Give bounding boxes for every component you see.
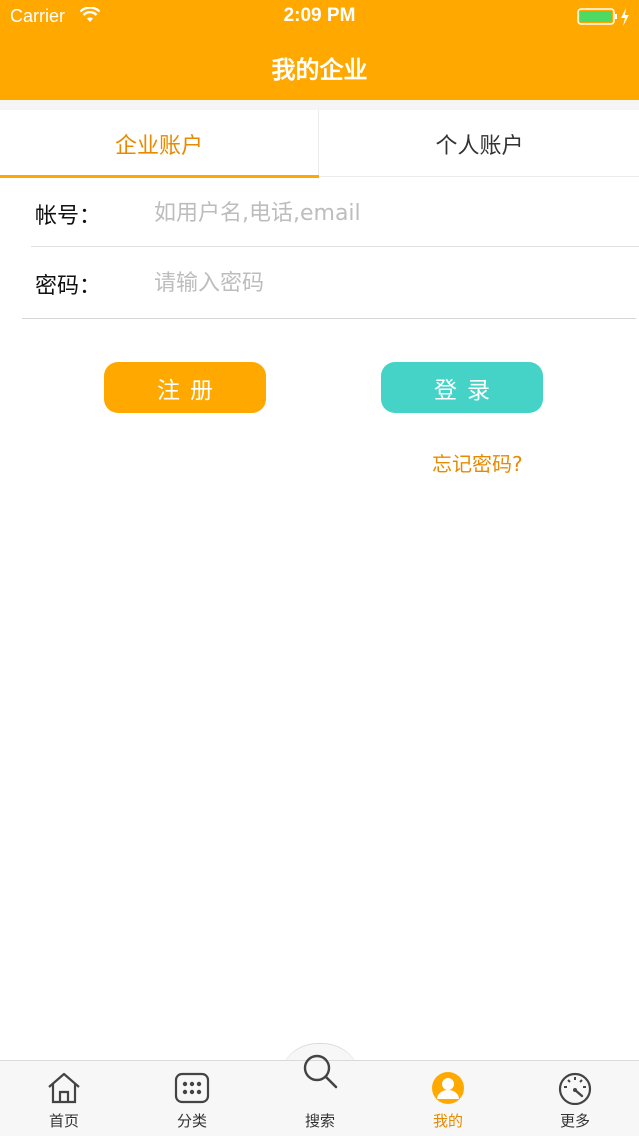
tab-enterprise-account[interactable]: 企业账户 — [0, 110, 319, 178]
tab-label: 企业账户 — [114, 133, 203, 159]
tabbar-item-search[interactable]: 搜索 — [256, 1054, 384, 1136]
status-time: 2:09 PM — [283, 5, 356, 26]
tabbar-label: 搜索 — [304, 1112, 335, 1130]
register-button[interactable]: 注册 — [104, 362, 266, 413]
password-row: 密码： — [0, 248, 639, 318]
bottom-tabbar: 首页 分类 搜索 我的 更多 — [0, 1054, 639, 1136]
tab-label: 个人账户 — [435, 133, 524, 159]
row-divider — [22, 318, 636, 319]
tabbar-label: 分类 — [176, 1112, 207, 1130]
account-type-tabs: 企业账户 个人账户 — [0, 110, 639, 178]
battery-icon — [577, 7, 633, 31]
account-input[interactable] — [154, 194, 614, 232]
header-spacer — [0, 100, 639, 110]
tabbar-label: 更多 — [559, 1112, 590, 1130]
tab-personal-account[interactable]: 个人账户 — [320, 110, 639, 177]
tabbar-item-mine[interactable]: 我的 — [384, 1061, 512, 1136]
password-input[interactable] — [154, 264, 614, 302]
gauge-icon — [555, 1071, 595, 1106]
tabbar-label: 首页 — [48, 1112, 79, 1130]
tabbar-item-more[interactable]: 更多 — [511, 1061, 639, 1136]
account-row: 帐号： — [0, 178, 639, 248]
home-icon — [44, 1071, 84, 1105]
forgot-password-link[interactable]: 忘记密码? — [432, 448, 523, 477]
account-label: 帐号： — [35, 204, 102, 229]
status-bar: Carrier 2:09 PM — [0, 0, 639, 34]
row-divider — [31, 246, 639, 247]
grid-icon — [172, 1071, 212, 1105]
tabbar-label: 我的 — [432, 1112, 463, 1130]
nav-header: Carrier 2:09 PM 我的企业 — [0, 0, 639, 100]
search-icon — [300, 1051, 340, 1089]
page-title: 我的企业 — [271, 56, 368, 84]
password-label: 密码： — [35, 274, 102, 299]
user-icon — [428, 1071, 468, 1105]
login-button[interactable]: 登录 — [381, 362, 543, 413]
tabbar-item-category[interactable]: 分类 — [128, 1061, 256, 1136]
tabbar-item-home[interactable]: 首页 — [0, 1061, 128, 1136]
